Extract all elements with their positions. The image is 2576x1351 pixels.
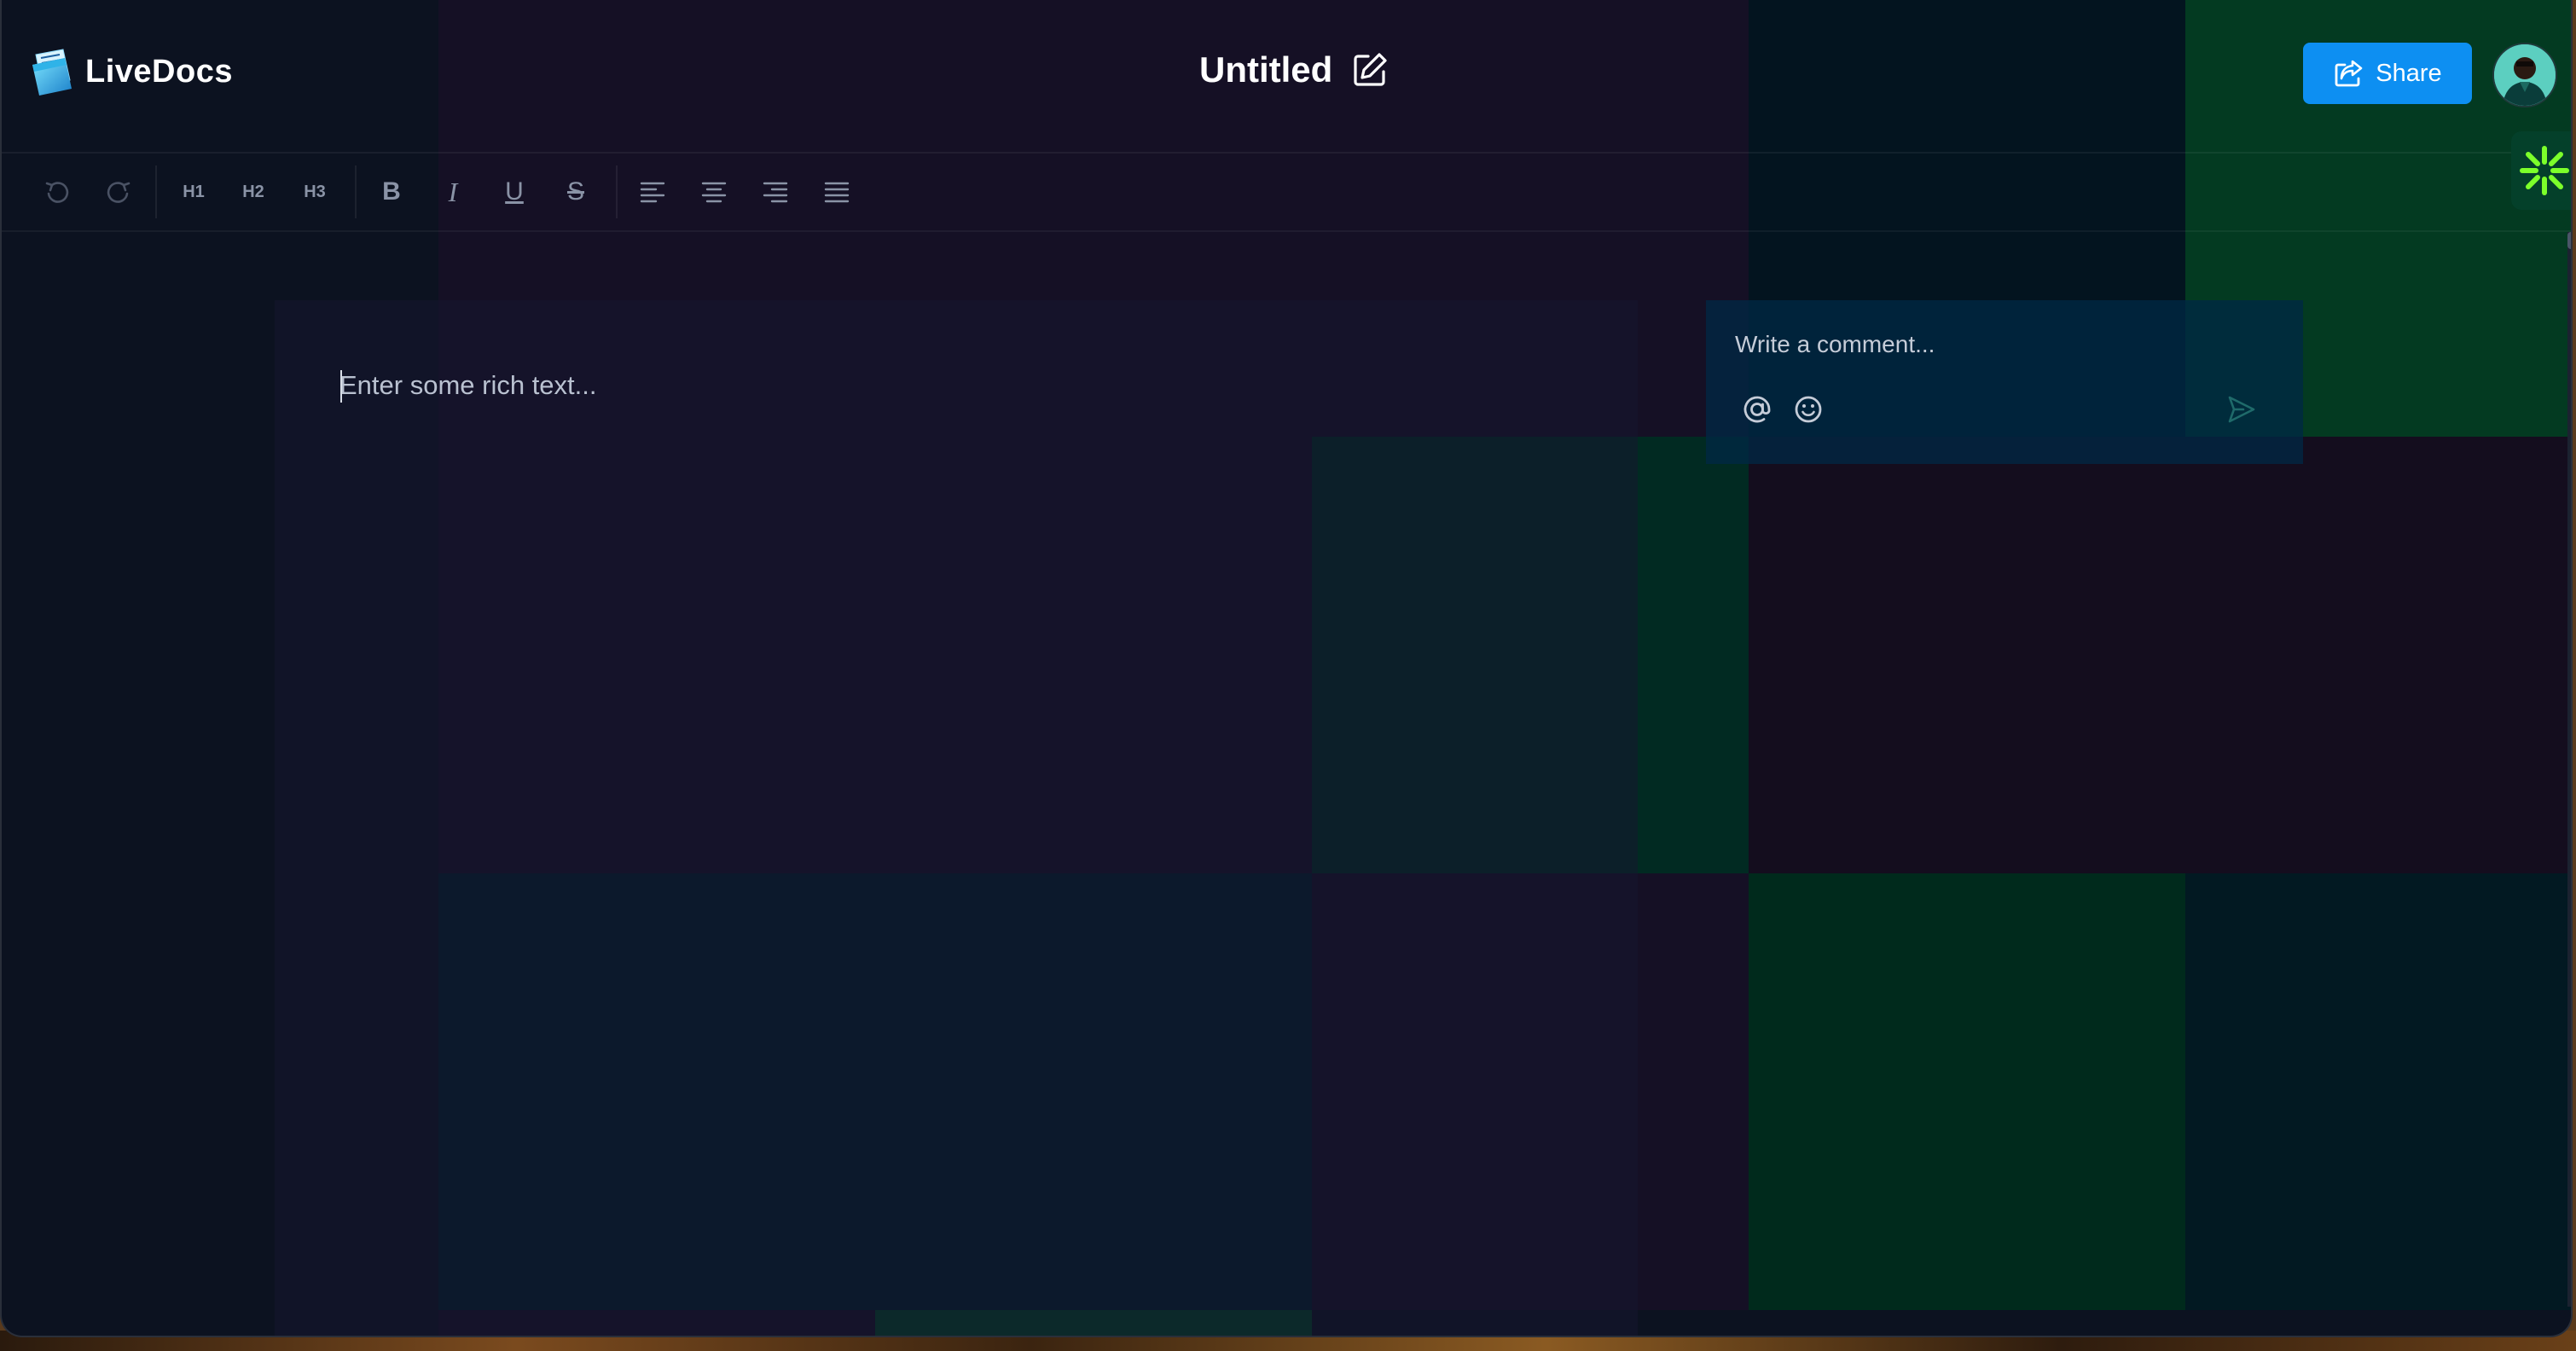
strikethrough-label: S (566, 177, 584, 206)
editor-panel[interactable] (275, 300, 1638, 1336)
align-right-button[interactable] (751, 167, 800, 217)
text-caret (340, 370, 342, 403)
align-justify-button[interactable] (812, 167, 862, 217)
bg-tile (1749, 873, 2185, 1310)
toolbar-divider (355, 165, 357, 218)
align-center-icon (701, 182, 727, 203)
comment-input[interactable]: Write a comment... (1735, 331, 1935, 358)
editor-placeholder[interactable]: Enter some rich text... (339, 370, 597, 401)
heading-3-button[interactable]: H3 (290, 167, 339, 217)
vertical-scrollbar[interactable] (2567, 232, 2571, 1307)
share-icon (2335, 60, 2363, 87)
edit-icon[interactable] (1351, 51, 1389, 89)
app-name: LiveDocs (85, 53, 233, 90)
send-icon[interactable] (2226, 394, 2257, 425)
align-left-button[interactable] (628, 167, 677, 217)
bold-button[interactable]: B (367, 167, 416, 217)
align-center-button[interactable] (689, 167, 739, 217)
document-title[interactable]: Untitled (1199, 49, 1332, 90)
heading-2-label: H2 (242, 182, 264, 201)
share-button-label: Share (2376, 59, 2442, 87)
heading-1-label: H1 (183, 182, 205, 201)
underline-button[interactable]: U (490, 167, 539, 217)
brand[interactable]: LiveDocs (31, 46, 233, 97)
italic-label: I (448, 176, 458, 207)
toolbar-divider (616, 165, 618, 218)
redo-button[interactable] (94, 167, 143, 217)
heading-3-label: H3 (304, 182, 326, 201)
bg-tile (2185, 873, 2571, 1310)
undo-icon (45, 182, 69, 203)
align-left-icon (640, 182, 665, 203)
toolbar-divider (155, 165, 157, 218)
heading-2-button[interactable]: H2 (229, 167, 278, 217)
heading-1-button[interactable]: H1 (169, 167, 218, 217)
scrollbar-thumb[interactable] (2567, 232, 2571, 249)
at-icon[interactable] (1740, 392, 1774, 426)
redo-icon (107, 182, 131, 203)
app-window: LiveDocs Untitled Share H1 H2 H3 B I U S… (0, 0, 2573, 1337)
folder-doc-icon (32, 49, 72, 96)
header: LiveDocs Untitled Share (2, 0, 2571, 154)
align-right-icon (763, 182, 788, 203)
align-justify-icon (824, 182, 850, 203)
formatting-toolbar: H1 H2 H3 B I U S (2, 154, 2571, 232)
bold-label: B (382, 177, 401, 206)
comment-box: Write a comment... (1706, 300, 2303, 464)
underline-label: U (505, 177, 524, 206)
undo-button[interactable] (32, 167, 82, 217)
user-avatar[interactable] (2492, 43, 2557, 107)
strikethrough-button[interactable]: S (551, 167, 600, 217)
smiley-icon[interactable] (1791, 392, 1825, 426)
user-avatar-image (2494, 44, 2556, 106)
document-title-area: Untitled (1199, 49, 1389, 90)
bg-tile (1749, 437, 2571, 873)
share-button[interactable]: Share (2303, 43, 2472, 104)
italic-button[interactable]: I (428, 167, 478, 217)
